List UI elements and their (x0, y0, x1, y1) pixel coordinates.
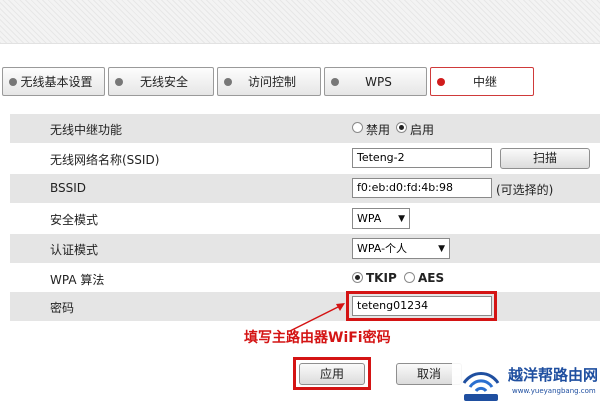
bullet-icon (224, 77, 232, 86)
repeater-enable-radio[interactable] (396, 122, 407, 133)
bullet-icon (9, 77, 17, 86)
ssid-input[interactable]: Teteng-2 (352, 148, 492, 168)
security-mode-value: WPA (357, 212, 382, 225)
aes-label: AES (418, 271, 445, 285)
row-repeater: 无线中继功能 禁用 启用 (10, 114, 600, 143)
repeater-disable-label: 禁用 (366, 123, 391, 137)
watermark-title: 越洋帮路由网 (508, 366, 599, 384)
auth-mode-select[interactable]: WPA-个人 ▼ (352, 238, 450, 259)
tab-repeater[interactable]: 中继 (430, 67, 534, 96)
row-security-mode: 安全模式 WPA ▼ (10, 204, 600, 233)
auth-mode-value: WPA-个人 (357, 242, 408, 255)
row-auth-mode: 认证模式 WPA-个人 ▼ (10, 234, 600, 263)
repeater-disable-radio[interactable] (352, 122, 363, 133)
repeater-enable-label: 启用 (410, 123, 435, 137)
password-highlight-box (346, 291, 497, 321)
row-bssid: BSSID f0:eb:d0:fd:4b:98 (可选择的) (10, 174, 600, 203)
tab-label: 访问控制 (247, 75, 296, 89)
tab-wireless-security[interactable]: 无线安全 (108, 67, 214, 96)
tab-label: WPS (365, 74, 392, 89)
apply-highlight-box (293, 357, 371, 390)
security-mode-label: 安全模式 (50, 213, 99, 227)
annotation-text: 填写主路由器WiFi密码 (244, 330, 391, 346)
row-password: 密码 teteng01234 (10, 292, 600, 321)
password-label: 密码 (50, 301, 75, 315)
bullet-icon (115, 77, 123, 86)
tab-access-control[interactable]: 访问控制 (217, 67, 321, 96)
row-wpa-algorithm: WPA 算法 TKIP AES (10, 264, 600, 293)
row-ssid: 无线网络名称(SSID) Teteng-2 扫描 (10, 144, 600, 173)
ssid-label: 无线网络名称(SSID) (50, 153, 160, 167)
tab-wireless-basic[interactable]: 无线基本设置 (2, 67, 105, 96)
header-band (0, 0, 600, 44)
repeater-label: 无线中继功能 (50, 123, 123, 137)
tkip-radio[interactable] (352, 272, 363, 283)
bullet-icon (331, 77, 339, 86)
wpa-algorithm-label: WPA 算法 (50, 273, 105, 287)
dropdown-arrow-icon: ▼ (398, 214, 405, 224)
watermark: 越洋帮路由网 www.yueyangbang.com (452, 357, 600, 406)
router-logo-icon (462, 372, 500, 401)
dropdown-arrow-icon: ▼ (438, 244, 445, 254)
bssid-hint: (可选择的) (496, 183, 554, 197)
tkip-label: TKIP (366, 271, 397, 285)
tab-label: 无线基本设置 (20, 75, 93, 89)
tab-label: 无线安全 (139, 75, 188, 89)
watermark-url: www.yueyangbang.com (512, 387, 596, 395)
bssid-input[interactable]: f0:eb:d0:fd:4b:98 (352, 178, 492, 198)
aes-radio[interactable] (404, 272, 415, 283)
scan-button[interactable]: 扫描 (500, 148, 590, 169)
bssid-label: BSSID (50, 181, 87, 195)
tab-wps[interactable]: WPS (324, 67, 427, 96)
auth-mode-label: 认证模式 (50, 243, 99, 257)
security-mode-select[interactable]: WPA ▼ (352, 208, 410, 229)
bullet-icon (437, 77, 445, 86)
tab-label: 中继 (472, 75, 497, 89)
